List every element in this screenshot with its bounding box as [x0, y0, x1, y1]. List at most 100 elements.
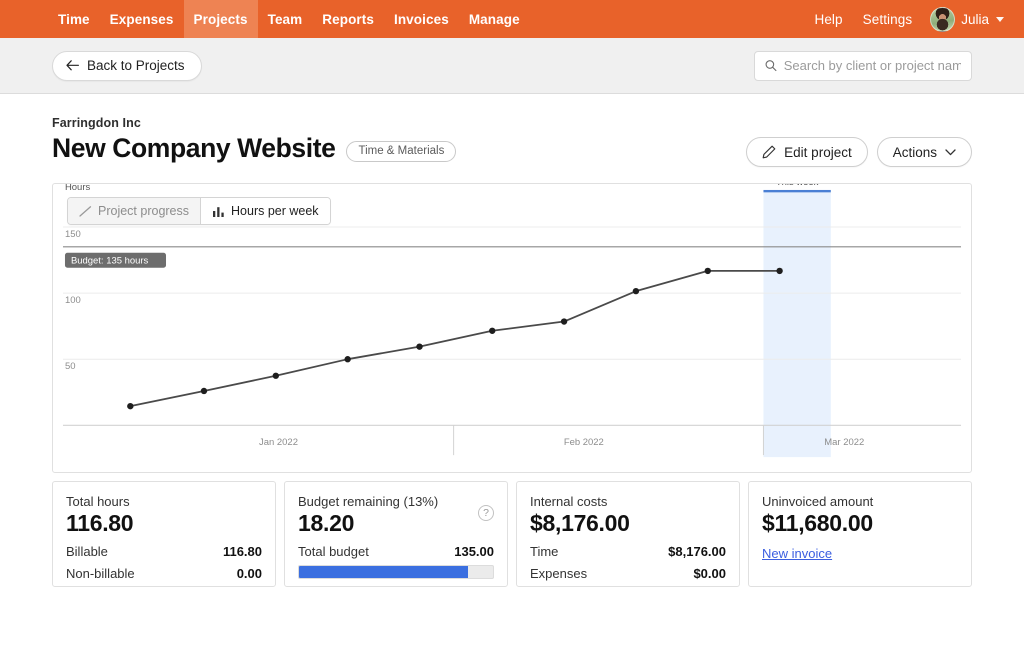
x-tick-label: Feb 2022 [564, 437, 604, 448]
nav-help[interactable]: Help [804, 12, 852, 27]
card-label: Internal costs [530, 494, 630, 509]
primary-nav: TimeExpensesProjectsTeamReportsInvoicesM… [48, 0, 530, 38]
card-row-value: 116.80 [223, 544, 262, 559]
edit-project-label: Edit project [784, 145, 852, 160]
card-row: Total budget 135.00 [298, 544, 494, 559]
title-left: New Company Website Time & Materials [52, 133, 456, 164]
card-text: Internal costs$8,176.00 [530, 494, 630, 537]
chevron-down-icon [996, 17, 1004, 22]
card-value: 116.80 [66, 510, 133, 537]
arrow-left-icon [66, 60, 79, 71]
card-row-label: Non-billable [66, 566, 135, 581]
card-total-hours: Total hours116.80Billable116.80Non-billa… [52, 481, 276, 587]
data-point[interactable] [273, 373, 279, 379]
search-icon [765, 59, 777, 72]
secondary-nav: Help Settings Julia [804, 0, 1004, 38]
card-head: Internal costs$8,176.00 [530, 494, 726, 537]
avatar[interactable] [930, 7, 955, 32]
data-point[interactable] [344, 356, 350, 362]
nav-item-reports[interactable]: Reports [312, 0, 384, 38]
user-menu[interactable]: Julia [961, 12, 1004, 27]
y-axis-label: Hours [65, 184, 91, 193]
client-name: Farringdon Inc [52, 116, 972, 130]
title-row: New Company Website Time & Materials Edi… [52, 133, 972, 164]
card-row-value: $0.00 [693, 566, 726, 581]
data-point[interactable] [705, 268, 711, 274]
this-week-marker-bar [763, 190, 830, 192]
card-budget-remaining: Budget remaining (13%)18.20? Total budget… [284, 481, 508, 587]
card-row-label: Total budget [298, 544, 369, 559]
nav-item-time[interactable]: Time [48, 0, 100, 38]
nav-item-team[interactable]: Team [258, 0, 313, 38]
card-row-value: 135.00 [454, 544, 494, 559]
card-row-label: Billable [66, 544, 108, 559]
card-label: Budget remaining (13%) [298, 494, 438, 509]
card-text: Uninvoiced amount$11,680.00 [762, 494, 873, 537]
budget-progress-fill [299, 566, 468, 578]
pencil-icon [762, 145, 776, 159]
nav-item-projects[interactable]: Projects [184, 0, 258, 38]
page-title: New Company Website [52, 133, 335, 164]
search-box[interactable] [754, 51, 972, 81]
sub-header: Back to Projects [0, 38, 1024, 94]
x-tick-label: Jan 2022 [259, 437, 298, 448]
series-line [130, 271, 779, 406]
card-value: $11,680.00 [762, 510, 873, 537]
data-point[interactable] [201, 388, 207, 394]
card-value: $8,176.00 [530, 510, 630, 537]
search-input[interactable] [784, 58, 961, 73]
card-value: 18.20 [298, 510, 438, 537]
card-internal-costs: Internal costs$8,176.00Time$8,176.00Expe… [516, 481, 740, 587]
card-label: Total hours [66, 494, 133, 509]
back-to-projects-label: Back to Projects [87, 58, 185, 73]
data-point[interactable] [561, 318, 567, 324]
page-content: Farringdon Inc New Company Website Time … [0, 94, 1024, 587]
actions-button[interactable]: Actions [877, 137, 972, 167]
card-head: Uninvoiced amount$11,680.00 [762, 494, 958, 537]
card-uninvoiced-amount: Uninvoiced amount$11,680.00 New invoice [748, 481, 972, 587]
card-head: Total hours116.80 [66, 494, 262, 537]
new-invoice-link[interactable]: New invoice [762, 546, 832, 561]
card-label: Uninvoiced amount [762, 494, 873, 509]
budget-line-label: Budget: 135 hours [71, 256, 149, 267]
back-to-projects-button[interactable]: Back to Projects [52, 51, 202, 81]
budget-progress-bar [298, 565, 494, 579]
data-point[interactable] [776, 268, 782, 274]
project-progress-chart: This week Hours 50 100 150 Budget: 135 hours J… [53, 184, 971, 472]
data-point[interactable] [633, 288, 639, 294]
top-navigation-bar: TimeExpensesProjectsTeamReportsInvoicesM… [0, 0, 1024, 38]
nav-item-invoices[interactable]: Invoices [384, 0, 459, 38]
this-week-highlight [763, 192, 830, 457]
data-point[interactable] [489, 328, 495, 334]
card-head: Budget remaining (13%)18.20? [298, 494, 494, 537]
chart-card: Project progressHours per week This week… [52, 183, 972, 473]
edit-project-button[interactable]: Edit project [746, 137, 868, 167]
card-row-value: $8,176.00 [668, 544, 726, 559]
nav-item-manage[interactable]: Manage [459, 0, 530, 38]
card-row: Non-billable 0.00 [66, 566, 262, 581]
card-row: Expenses $0.00 [530, 566, 726, 581]
card-text: Total hours116.80 [66, 494, 133, 537]
this-week-label: This week [776, 184, 819, 188]
y-tick-label: 100 [65, 295, 81, 306]
help-icon[interactable]: ? [478, 505, 494, 521]
y-tick-label: 50 [65, 361, 76, 372]
data-point[interactable] [127, 403, 133, 409]
chevron-down-icon [945, 149, 956, 156]
y-tick-label: 150 [65, 229, 81, 240]
project-type-badge: Time & Materials [346, 141, 456, 162]
nav-item-expenses[interactable]: Expenses [100, 0, 184, 38]
card-row: Time $8,176.00 [530, 544, 726, 559]
nav-settings[interactable]: Settings [853, 12, 923, 27]
actions-label: Actions [893, 145, 937, 160]
user-name-label: Julia [961, 12, 989, 27]
card-row-value: 0.00 [237, 566, 262, 581]
card-row-label: Expenses [530, 566, 587, 581]
data-point[interactable] [416, 343, 422, 349]
card-row-label: Time [530, 544, 558, 559]
card-text: Budget remaining (13%)18.20 [298, 494, 438, 537]
title-actions: Edit project Actions [746, 137, 972, 167]
card-row: Billable 116.80 [66, 544, 262, 559]
summary-cards: Total hours116.80Billable116.80Non-billa… [52, 481, 972, 587]
x-tick-label: Mar 2022 [824, 437, 864, 448]
